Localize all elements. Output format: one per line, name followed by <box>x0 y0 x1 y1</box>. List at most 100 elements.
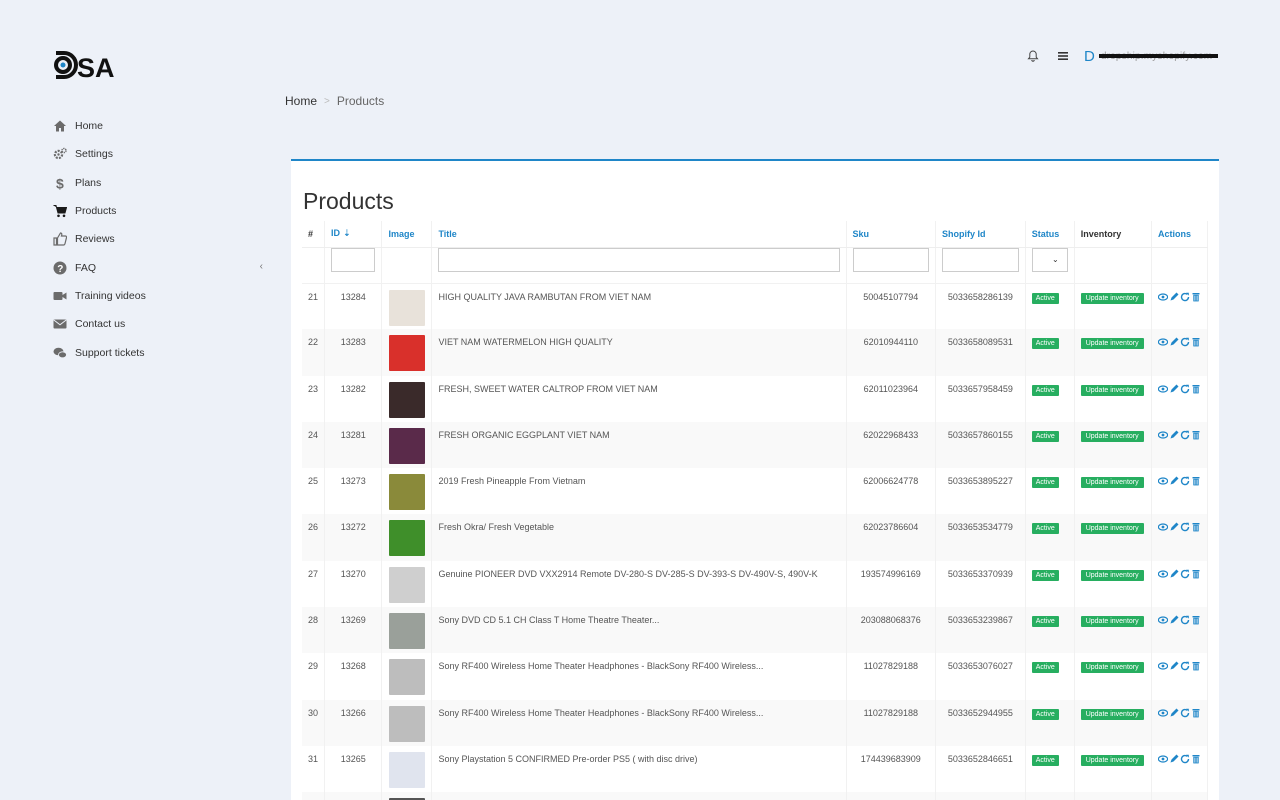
product-title-link[interactable]: HIGH QUALITY JAVA RAMBUTAN FROM VIET NAM <box>431 283 847 330</box>
update-inventory-button[interactable]: Update inventory <box>1080 292 1144 304</box>
col-id[interactable]: ID ⇣ <box>324 221 383 248</box>
sidebar-item-label: Settings <box>75 148 113 161</box>
product-title-link[interactable]: Sony RF400 Wireless Home Theater Headpho… <box>431 653 847 700</box>
row-id: 13269 <box>324 607 383 654</box>
sidebar-item-home[interactable]: Home <box>53 112 263 140</box>
update-inventory-button[interactable]: Update inventory <box>1080 338 1144 350</box>
product-title-link[interactable]: Fresh Okra/ Fresh Vegetable <box>431 514 847 561</box>
view-icon[interactable] <box>1157 337 1168 347</box>
col-title[interactable]: Title <box>431 221 847 248</box>
view-icon[interactable] <box>1157 384 1168 394</box>
view-icon[interactable] <box>1157 430 1168 440</box>
sync-icon[interactable] <box>1180 292 1190 302</box>
sidebar-item-products[interactable]: Products <box>53 197 263 225</box>
product-title-link[interactable]: Genuine PIONEER DVD VXX2914 Remote DV-28… <box>431 560 847 608</box>
sync-icon[interactable] <box>1180 708 1190 718</box>
col-shopify-id[interactable]: Shopify Id <box>935 221 1026 248</box>
trash-icon[interactable] <box>1191 754 1201 764</box>
view-icon[interactable] <box>1157 476 1168 486</box>
shopify-id-filter-input[interactable] <box>942 247 1019 272</box>
edit-icon[interactable] <box>1169 708 1179 718</box>
trash-icon[interactable] <box>1191 430 1201 440</box>
trash-icon[interactable] <box>1191 708 1201 718</box>
product-title-link[interactable]: Sony PlayStation 4 Slim (Aktuellstes Mod… <box>431 792 847 800</box>
sku-filter-input[interactable] <box>852 247 930 272</box>
sort-desc-icon[interactable]: ⇣ <box>343 228 351 238</box>
view-icon[interactable] <box>1157 754 1168 764</box>
product-title-link[interactable]: 2019 Fresh Pineapple From Vietnam <box>431 468 847 515</box>
product-title-link[interactable]: Sony RF400 Wireless Home Theater Headpho… <box>431 699 847 746</box>
table-row: 26 13272 Fresh Okra/ Fresh Vegetable 620… <box>302 514 1209 561</box>
trash-icon[interactable] <box>1191 615 1201 625</box>
update-inventory-button[interactable]: Update inventory <box>1080 754 1144 766</box>
product-title-link[interactable]: Sony Playstation 5 CONFIRMED Pre-order P… <box>431 745 847 793</box>
product-title-link[interactable]: FRESH ORGANIC EGGPLANT VIET NAM <box>431 421 847 469</box>
edit-icon[interactable] <box>1169 430 1179 440</box>
col-image[interactable]: Image <box>381 221 433 248</box>
sync-icon[interactable] <box>1180 384 1190 394</box>
sync-icon[interactable] <box>1180 337 1190 347</box>
title-filter-input[interactable] <box>438 247 840 272</box>
shop-avatar[interactable]: D <box>1084 48 1095 65</box>
update-inventory-button[interactable]: Update inventory <box>1080 477 1144 489</box>
sync-icon[interactable] <box>1180 476 1190 486</box>
edit-icon[interactable] <box>1169 292 1179 302</box>
edit-icon[interactable] <box>1169 661 1179 671</box>
bell-icon[interactable] <box>1026 49 1040 63</box>
brand-logo[interactable]: SA <box>53 50 117 83</box>
view-icon[interactable] <box>1157 522 1168 532</box>
sidebar-item-contact-us[interactable]: Contact us <box>53 310 263 338</box>
trash-icon[interactable] <box>1191 522 1201 532</box>
trash-icon[interactable] <box>1191 292 1201 302</box>
sidebar-collapse-icon[interactable]: ‹ <box>260 261 263 272</box>
id-filter-input[interactable] <box>331 247 376 272</box>
trash-icon[interactable] <box>1191 476 1201 486</box>
update-inventory-button[interactable]: Update inventory <box>1080 523 1144 535</box>
trash-icon[interactable] <box>1191 337 1201 347</box>
breadcrumb-home[interactable]: Home <box>285 94 317 108</box>
trash-icon[interactable] <box>1191 661 1201 671</box>
sidebar-item-faq[interactable]: ? FAQ ‹ <box>53 253 263 281</box>
update-inventory-button[interactable]: Update inventory <box>1080 616 1144 628</box>
row-sku: 62011023964 <box>846 375 937 422</box>
update-inventory-button[interactable]: Update inventory <box>1080 430 1144 442</box>
status-filter-select[interactable]: ⌄ <box>1031 247 1068 272</box>
row-image-cell <box>381 375 433 422</box>
shop-name[interactable]: dropship.myshopify.com <box>1098 51 1219 62</box>
sidebar-item-support-tickets[interactable]: Support tickets <box>53 338 263 366</box>
product-title-link[interactable]: Sony DVD CD 5.1 CH Class T Home Theatre … <box>431 607 847 654</box>
col-sku[interactable]: Sku <box>846 221 937 248</box>
sync-icon[interactable] <box>1180 615 1190 625</box>
view-icon[interactable] <box>1157 708 1168 718</box>
sync-icon[interactable] <box>1180 754 1190 764</box>
edit-icon[interactable] <box>1169 337 1179 347</box>
sidebar-item-training-videos[interactable]: Training videos <box>53 282 263 310</box>
update-inventory-button[interactable]: Update inventory <box>1080 384 1144 396</box>
update-inventory-button[interactable]: Update inventory <box>1080 662 1144 674</box>
col-status[interactable]: Status <box>1025 221 1075 248</box>
product-title-link[interactable]: VIET NAM WATERMELON HIGH QUALITY <box>431 329 847 376</box>
product-title-link[interactable]: FRESH, SWEET WATER CALTROP FROM VIET NAM <box>431 375 847 422</box>
view-icon[interactable] <box>1157 661 1168 671</box>
view-icon[interactable] <box>1157 569 1168 579</box>
edit-icon[interactable] <box>1169 569 1179 579</box>
edit-icon[interactable] <box>1169 522 1179 532</box>
sync-icon[interactable] <box>1180 569 1190 579</box>
sync-icon[interactable] <box>1180 661 1190 671</box>
edit-icon[interactable] <box>1169 476 1179 486</box>
edit-icon[interactable] <box>1169 615 1179 625</box>
sidebar-item-settings[interactable]: Settings <box>53 140 263 168</box>
edit-icon[interactable] <box>1169 384 1179 394</box>
view-icon[interactable] <box>1157 615 1168 625</box>
trash-icon[interactable] <box>1191 384 1201 394</box>
trash-icon[interactable] <box>1191 569 1201 579</box>
update-inventory-button[interactable]: Update inventory <box>1080 569 1144 581</box>
sidebar-item-plans[interactable]: $ Plans <box>53 169 263 197</box>
view-icon[interactable] <box>1157 292 1168 302</box>
sync-icon[interactable] <box>1180 430 1190 440</box>
list-icon[interactable] <box>1056 49 1070 63</box>
sync-icon[interactable] <box>1180 522 1190 532</box>
sidebar-item-reviews[interactable]: Reviews <box>53 225 263 253</box>
edit-icon[interactable] <box>1169 754 1179 764</box>
update-inventory-button[interactable]: Update inventory <box>1080 708 1144 720</box>
